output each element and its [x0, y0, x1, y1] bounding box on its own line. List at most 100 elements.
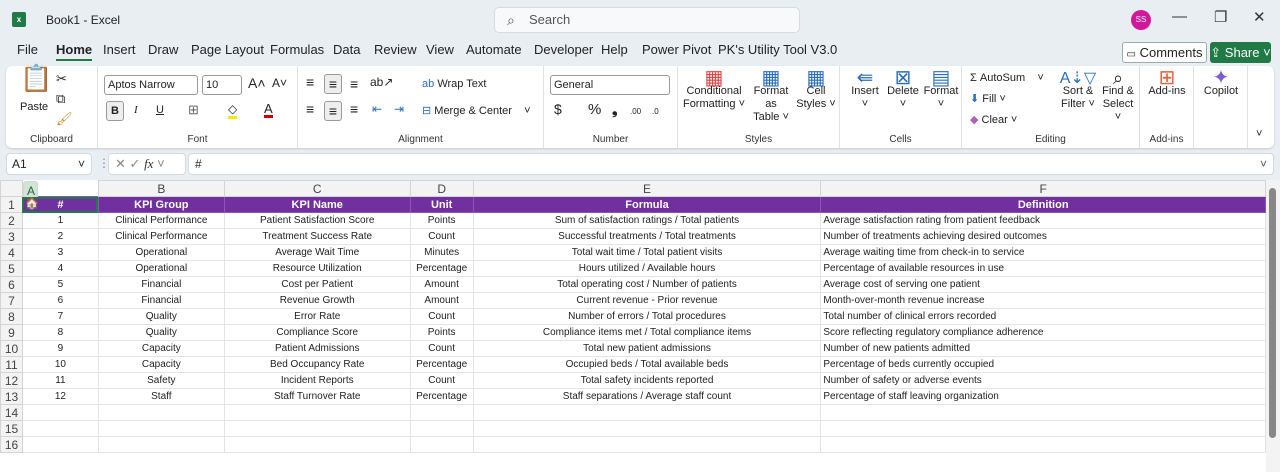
- borders-icon[interactable]: ⊞: [188, 103, 199, 116]
- row-header[interactable]: 9: [0, 324, 23, 341]
- table-cell[interactable]: Patient Satisfaction Score: [223, 212, 411, 229]
- table-cell[interactable]: 7: [21, 308, 99, 325]
- comments-button[interactable]: ▭ Comments: [1122, 42, 1207, 63]
- empty-cell[interactable]: [820, 436, 1266, 453]
- restore-button[interactable]: ❐: [1214, 8, 1227, 26]
- table-cell[interactable]: Percentage: [409, 260, 474, 277]
- align-center-icon[interactable]: ≡: [324, 101, 342, 121]
- close-button[interactable]: ✕: [1253, 8, 1266, 26]
- header-cell[interactable]: Definition: [820, 196, 1266, 213]
- tab-pk-utility[interactable]: PK's Utility Tool V3.0: [718, 42, 837, 57]
- row-header[interactable]: 13: [0, 388, 23, 405]
- row-header[interactable]: 12: [0, 372, 23, 389]
- table-cell[interactable]: Number of safety or adverse events: [820, 372, 1266, 389]
- empty-cell[interactable]: [21, 436, 99, 453]
- home-icon[interactable]: 🏠: [25, 198, 39, 212]
- table-cell[interactable]: Month-over-month revenue increase: [820, 292, 1266, 309]
- bold-button[interactable]: B: [106, 101, 124, 121]
- empty-cell[interactable]: [97, 420, 225, 437]
- conditional-formatting-button[interactable]: ▦ Conditional Formatting ˅: [682, 68, 746, 111]
- vertical-scrollbar[interactable]: [1266, 180, 1280, 472]
- table-cell[interactable]: 8: [21, 324, 99, 341]
- header-cell[interactable]: 🏠 #: [21, 196, 99, 213]
- empty-cell[interactable]: [97, 436, 225, 453]
- table-cell[interactable]: Number of treatments achieving desired o…: [820, 228, 1266, 245]
- font-color-icon[interactable]: A: [264, 102, 273, 118]
- row-header[interactable]: 16: [0, 436, 23, 453]
- tab-help[interactable]: Help: [601, 42, 628, 57]
- format-painter-icon[interactable]: 🖌: [56, 112, 73, 125]
- expand-formula-icon[interactable]: ˅: [1260, 154, 1267, 174]
- align-middle-icon[interactable]: ≡: [324, 74, 342, 94]
- table-cell[interactable]: Compliance items met / Total compliance …: [472, 324, 822, 341]
- shrink-font-button[interactable]: A˅: [272, 77, 287, 90]
- merge-center-button[interactable]: ⊟ Merge & Center ˅: [422, 105, 531, 118]
- tab-draw[interactable]: Draw: [148, 42, 178, 57]
- table-cell[interactable]: Resource Utilization: [223, 260, 411, 277]
- column-header-B[interactable]: B: [97, 180, 225, 197]
- addins-button[interactable]: ⊞ Add-ins: [1144, 68, 1190, 98]
- table-cell[interactable]: Count: [409, 340, 474, 357]
- format-as-table-button[interactable]: ▦ Format as Table ˅: [748, 68, 794, 124]
- insert-cells-button[interactable]: ⇚ Insert ˅: [846, 68, 884, 111]
- table-cell[interactable]: Incident Reports: [223, 372, 411, 389]
- table-cell[interactable]: Quality: [97, 324, 225, 341]
- empty-cell[interactable]: [472, 420, 822, 437]
- table-cell[interactable]: Average waiting time from check-in to se…: [820, 244, 1266, 261]
- formula-input[interactable]: # ˅: [188, 153, 1274, 175]
- table-cell[interactable]: Count: [409, 372, 474, 389]
- font-size-select[interactable]: 10: [202, 75, 242, 95]
- select-all-corner[interactable]: [0, 180, 23, 197]
- search-box[interactable]: ⌕ Search: [494, 7, 800, 33]
- cancel-icon[interactable]: ✕: [115, 156, 126, 171]
- number-format-select[interactable]: General: [550, 75, 670, 95]
- table-cell[interactable]: Staff Turnover Rate: [223, 388, 411, 405]
- table-cell[interactable]: Staff separations / Average staff count: [472, 388, 822, 405]
- header-cell[interactable]: Formula: [472, 196, 822, 213]
- table-cell[interactable]: Sum of satisfaction ratings / Total pati…: [472, 212, 822, 229]
- empty-cell[interactable]: [409, 420, 474, 437]
- table-cell[interactable]: Successful treatments / Total treatments: [472, 228, 822, 245]
- insert-function-button[interactable]: fx: [144, 156, 153, 171]
- align-bottom-icon[interactable]: ≡: [350, 77, 358, 91]
- empty-cell[interactable]: [21, 420, 99, 437]
- copilot-button[interactable]: ✦ Copilot: [1198, 68, 1244, 98]
- table-cell[interactable]: Compliance Score: [223, 324, 411, 341]
- column-header-D[interactable]: D: [409, 180, 474, 197]
- table-cell[interactable]: 10: [21, 356, 99, 373]
- table-cell[interactable]: Minutes: [409, 244, 474, 261]
- underline-button[interactable]: U: [156, 104, 164, 117]
- collapse-ribbon-icon[interactable]: ˅: [1256, 128, 1262, 141]
- table-cell[interactable]: 2: [21, 228, 99, 245]
- table-cell[interactable]: Percentage of beds currently occupied: [820, 356, 1266, 373]
- empty-cell[interactable]: [409, 404, 474, 421]
- tab-home[interactable]: Home: [56, 42, 93, 61]
- table-cell[interactable]: 12: [21, 388, 99, 405]
- table-cell[interactable]: Percentage: [409, 356, 474, 373]
- row-header[interactable]: 4: [0, 244, 23, 261]
- table-cell[interactable]: Points: [409, 212, 474, 229]
- increase-indent-icon[interactable]: ⇥: [394, 103, 404, 116]
- table-cell[interactable]: Financial: [97, 276, 225, 293]
- empty-cell[interactable]: [409, 436, 474, 453]
- row-header[interactable]: 15: [0, 420, 23, 437]
- table-cell[interactable]: Score reflecting regulatory compliance a…: [820, 324, 1266, 341]
- tab-formulas[interactable]: Formulas: [270, 42, 324, 57]
- table-cell[interactable]: Amount: [409, 276, 474, 293]
- table-cell[interactable]: Total new patient admissions: [472, 340, 822, 357]
- table-cell[interactable]: 4: [21, 260, 99, 277]
- row-header[interactable]: 2: [0, 212, 23, 229]
- empty-cell[interactable]: [472, 404, 822, 421]
- empty-cell[interactable]: [223, 404, 411, 421]
- wrap-text-button[interactable]: ab Wrap Text: [422, 78, 486, 91]
- empty-cell[interactable]: [97, 404, 225, 421]
- table-cell[interactable]: Error Rate: [223, 308, 411, 325]
- cut-icon[interactable]: ✂: [56, 72, 67, 85]
- share-button[interactable]: ⇪ Share ˅: [1210, 42, 1271, 63]
- table-cell[interactable]: Points: [409, 324, 474, 341]
- table-cell[interactable]: Total operating cost / Number of patient…: [472, 276, 822, 293]
- row-header[interactable]: 3: [0, 228, 23, 245]
- row-header[interactable]: 5: [0, 260, 23, 277]
- increase-decimal-button[interactable]: .00: [630, 105, 641, 118]
- column-header-C[interactable]: C: [223, 180, 411, 197]
